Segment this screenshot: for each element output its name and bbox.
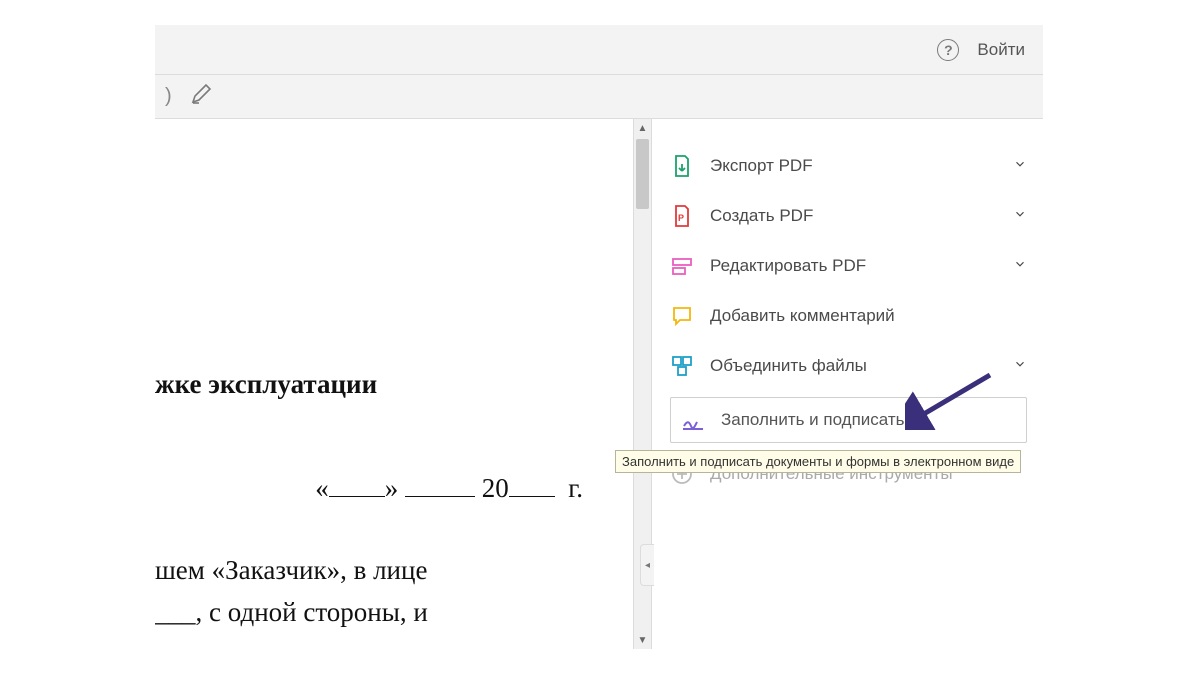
scrollbar-thumb[interactable] bbox=[636, 139, 649, 209]
edit-pen-icon[interactable] bbox=[190, 82, 214, 111]
tools-panel: ◂ Экспорт PDF P Создать PDF bbox=[651, 119, 1043, 649]
help-icon[interactable]: ? bbox=[937, 39, 959, 61]
export-pdf-icon bbox=[670, 154, 694, 178]
chevron-down-icon bbox=[1013, 207, 1027, 226]
tooltip: Заполнить и подписать документы и формы … bbox=[615, 450, 1021, 473]
collapse-panel-button[interactable]: ◂ bbox=[640, 544, 654, 586]
doc-body-line1: шем «Заказчик», в лице bbox=[155, 550, 595, 592]
tool-edit-pdf[interactable]: Редактировать PDF bbox=[670, 241, 1027, 291]
title-bar: ? Войти bbox=[155, 25, 1043, 75]
tools-list: Экспорт PDF P Создать PDF Редактировать … bbox=[652, 119, 1043, 499]
sign-icon bbox=[681, 408, 705, 432]
tool-add-comment[interactable]: Добавить комментарий bbox=[670, 291, 1027, 341]
document-text: жке эксплуатации «» 20 г. шем «Заказчик»… bbox=[155, 364, 595, 649]
chevron-down-icon bbox=[1013, 357, 1027, 376]
tool-label: Заполнить и подписать bbox=[721, 410, 1016, 430]
create-pdf-icon: P bbox=[670, 204, 694, 228]
scroll-down-icon[interactable]: ▼ bbox=[634, 631, 651, 649]
doc-date-line: «» 20 г. bbox=[155, 468, 595, 510]
tool-label: Создать PDF bbox=[710, 206, 997, 226]
document-viewport[interactable]: жке эксплуатации «» 20 г. шем «Заказчик»… bbox=[155, 119, 651, 649]
edit-pdf-icon bbox=[670, 254, 694, 278]
toolbar: ) bbox=[155, 75, 1043, 119]
combine-files-icon bbox=[670, 354, 694, 378]
tool-combine-files[interactable]: Объединить файлы bbox=[670, 341, 1027, 391]
svg-text:P: P bbox=[678, 213, 684, 223]
doc-body-line2: ___, с одной стороны, и bbox=[155, 592, 595, 634]
tool-label: Редактировать PDF bbox=[710, 256, 997, 276]
chevron-down-icon bbox=[1013, 257, 1027, 276]
app-window: ? Войти ) жке эксплуатации «» 20 г. шем … bbox=[155, 25, 1043, 649]
login-button[interactable]: Войти bbox=[977, 40, 1025, 60]
content-area: жке эксплуатации «» 20 г. шем «Заказчик»… bbox=[155, 119, 1043, 649]
doc-heading-fragment: жке эксплуатации bbox=[155, 364, 595, 406]
tool-create-pdf[interactable]: P Создать PDF bbox=[670, 191, 1027, 241]
tool-export-pdf[interactable]: Экспорт PDF bbox=[670, 141, 1027, 191]
scroll-up-icon[interactable]: ▲ bbox=[634, 119, 651, 137]
tool-label: Добавить комментарий bbox=[710, 306, 1027, 326]
tool-fill-and-sign[interactable]: Заполнить и подписать bbox=[670, 397, 1027, 443]
tool-label: Экспорт PDF bbox=[710, 156, 997, 176]
tool-label: Объединить файлы bbox=[710, 356, 997, 376]
doc-body-line3: дитель», в лице bbox=[155, 633, 595, 649]
chevron-down-icon bbox=[1013, 157, 1027, 176]
toolbar-text-fragment: ) bbox=[165, 85, 172, 108]
comment-icon bbox=[670, 304, 694, 328]
